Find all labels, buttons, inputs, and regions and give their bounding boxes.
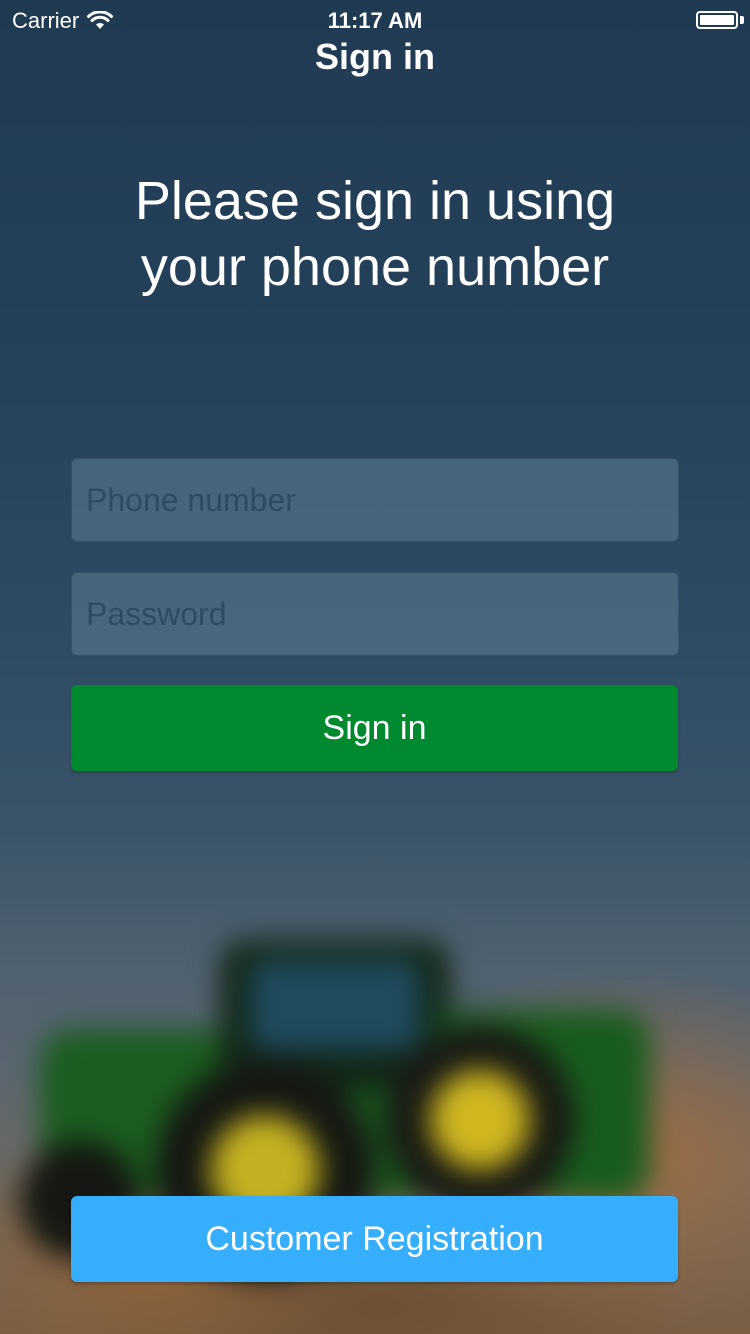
customer-registration-button[interactable]: Customer Registration bbox=[71, 1196, 678, 1282]
phone-number-input[interactable] bbox=[71, 458, 679, 542]
battery-level bbox=[700, 15, 734, 25]
status-bar: Carrier 11:17 AM bbox=[0, 0, 750, 40]
instruction-line-2: your phone number bbox=[140, 237, 610, 297]
sign-in-screen: Carrier 11:17 AM Sign in Please sign in … bbox=[0, 0, 750, 1334]
instruction-text: Please sign in using your phone number bbox=[60, 168, 690, 300]
page-title: Sign in bbox=[315, 36, 435, 77]
instruction-line-1: Please sign in using bbox=[134, 171, 616, 231]
sign-in-button[interactable]: Sign in bbox=[71, 685, 678, 771]
status-time: 11:17 AM bbox=[327, 8, 423, 33]
battery-tip bbox=[740, 16, 744, 24]
battery-icon bbox=[696, 11, 738, 29]
password-input[interactable] bbox=[71, 572, 679, 656]
